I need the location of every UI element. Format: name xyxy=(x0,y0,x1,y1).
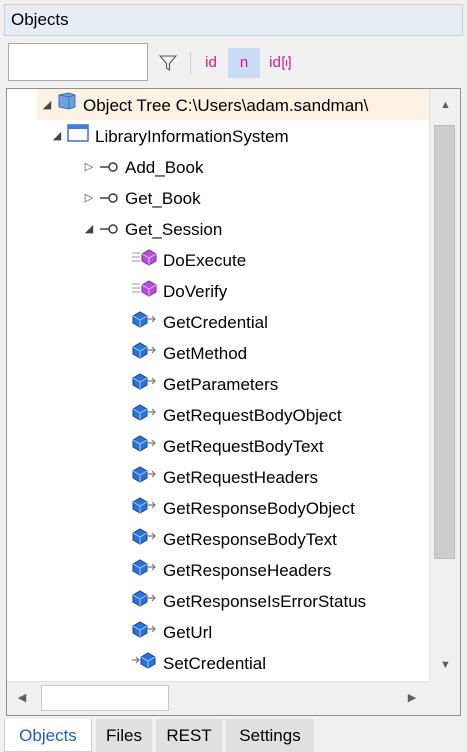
scroll-left-button[interactable]: ◀ xyxy=(7,682,37,714)
name-filter-button[interactable]: n xyxy=(228,48,260,78)
panel-title: Objects xyxy=(4,4,463,36)
id-index-filter-button[interactable]: id xyxy=(262,48,298,78)
scroll-up-button[interactable]: ▲ xyxy=(430,89,460,121)
tree-item[interactable]: ▷ Add_Book xyxy=(79,151,204,183)
vertical-scrollbar[interactable]: ▲ ▼ xyxy=(429,89,460,681)
action-gem-icon xyxy=(131,276,157,307)
getter-icon xyxy=(131,555,157,586)
tree-item[interactable]: GetMethod xyxy=(111,337,247,368)
tree-item[interactable]: GetRequestBodyObject xyxy=(111,399,342,430)
getter-icon xyxy=(131,524,157,555)
tree-item-label: GetResponseIsErrorStatus xyxy=(163,592,367,612)
tree-item-label: GetResponseBodyText xyxy=(163,530,337,550)
tree-item[interactable]: GetRequestBodyText xyxy=(111,430,324,461)
scrollbar-corner xyxy=(429,681,460,715)
tree-item-label: LibraryInformationSystem xyxy=(95,127,289,147)
bottom-tabs: Objects Files REST Settings xyxy=(0,719,467,752)
tab-files[interactable]: Files xyxy=(96,719,152,752)
object-tree: ◢ Object Tree C:\Users\adam.sandman\ ◢ Libr… xyxy=(6,88,461,716)
collapse-arrow-icon[interactable]: ◢ xyxy=(79,214,99,245)
connector-icon xyxy=(99,214,119,245)
bracket-index-icon xyxy=(282,56,291,70)
objects-panel: Objects id n id ◢ Object Tree C:\Users\ad… xyxy=(0,0,467,752)
tree-item-label: GetResponseHeaders xyxy=(163,561,332,581)
tree-item-label: GetRequestBodyObject xyxy=(163,406,342,426)
getter-icon xyxy=(131,307,157,338)
getter-icon xyxy=(131,617,157,648)
expand-arrow-icon[interactable]: ▷ xyxy=(79,152,99,183)
collapse-arrow-icon[interactable]: ◢ xyxy=(47,121,67,152)
tree-item-label: GetMethod xyxy=(163,344,248,364)
scroll-down-button[interactable]: ▼ xyxy=(430,649,460,681)
getter-icon xyxy=(131,369,157,400)
tree-item-label: GetRequestBodyText xyxy=(163,437,324,457)
database-icon xyxy=(57,90,77,121)
tree-item[interactable]: SetCredential xyxy=(111,647,266,678)
toolbar-separator xyxy=(190,52,191,74)
connector-icon xyxy=(99,152,119,183)
tree-item-label: Get_Session xyxy=(125,220,223,240)
getter-icon xyxy=(131,400,157,431)
tab-settings[interactable]: Settings xyxy=(226,719,314,752)
tree-item-label: Get_Book xyxy=(125,189,201,209)
tree-item-label: DoVerify xyxy=(163,282,228,302)
tree-item[interactable]: ▷ Get_Book xyxy=(79,182,201,213)
filter-funnel-icon xyxy=(158,55,178,72)
tree-item-label: GetUrl xyxy=(163,623,213,643)
tree-item[interactable]: ◢ Get_Session xyxy=(79,213,223,245)
tree-item-label: GetParameters xyxy=(163,375,279,395)
tree-item[interactable]: GetResponseBodyObject xyxy=(111,492,355,523)
id-filter-button[interactable]: id xyxy=(196,48,226,78)
tree-item[interactable]: ◢ Object Tree C:\Users\adam.sandman\ xyxy=(37,89,430,120)
getter-icon xyxy=(131,338,157,369)
tab-objects[interactable]: Objects xyxy=(4,719,92,752)
tree-item[interactable]: GetParameters xyxy=(111,368,278,399)
tree-item-label: GetCredential xyxy=(163,313,268,333)
tree-item[interactable]: GetResponseIsErrorStatus xyxy=(111,585,366,616)
tree-item-label: SetCredential xyxy=(163,654,267,674)
scroll-right-button[interactable]: ▶ xyxy=(397,682,427,714)
toolbar: id n id xyxy=(0,38,467,88)
tree-view: ◢ Object Tree C:\Users\adam.sandman\ ◢ Libr… xyxy=(7,89,430,681)
tree-item[interactable]: GetRequestHeaders xyxy=(111,461,318,492)
getter-icon xyxy=(131,431,157,462)
getter-icon xyxy=(131,462,157,493)
tree-item-label: GetRequestHeaders xyxy=(163,468,318,488)
filter-button[interactable] xyxy=(150,48,186,78)
collapse-arrow-icon[interactable]: ◢ xyxy=(37,90,57,121)
tree-item[interactable]: GetUrl xyxy=(111,616,212,647)
id-index-label: id xyxy=(269,54,281,71)
expand-arrow-icon[interactable]: ▷ xyxy=(79,183,99,214)
tree-item[interactable]: GetResponseBodyText xyxy=(111,523,337,554)
search-input[interactable] xyxy=(8,43,148,81)
tree-item[interactable]: GetCredential xyxy=(111,306,268,337)
getter-icon xyxy=(131,493,157,524)
tree-item[interactable]: ◢ LibraryInformationSystem xyxy=(47,120,289,151)
tree-item[interactable]: GetResponseHeaders xyxy=(111,554,331,585)
tree-item[interactable]: DoVerify xyxy=(111,275,227,306)
window-icon xyxy=(67,121,89,152)
horizontal-scroll-thumb[interactable] xyxy=(41,685,169,711)
getter-icon xyxy=(131,586,157,617)
tab-rest[interactable]: REST xyxy=(156,719,222,752)
tree-item-label: Add_Book xyxy=(125,158,204,178)
tree-item-label: Object Tree C:\Users\adam.sandman\ xyxy=(83,96,369,116)
connector-icon xyxy=(99,183,119,214)
action-gem-icon xyxy=(131,245,157,276)
horizontal-scrollbar[interactable]: ◀ ▶ xyxy=(7,681,430,715)
tree-item-label: GetResponseBodyObject xyxy=(163,499,355,519)
tree-item-label: DoExecute xyxy=(163,251,247,271)
vertical-scroll-thumb[interactable] xyxy=(434,125,455,559)
tree-item[interactable]: DoExecute xyxy=(111,244,246,275)
setter-icon xyxy=(131,648,157,679)
